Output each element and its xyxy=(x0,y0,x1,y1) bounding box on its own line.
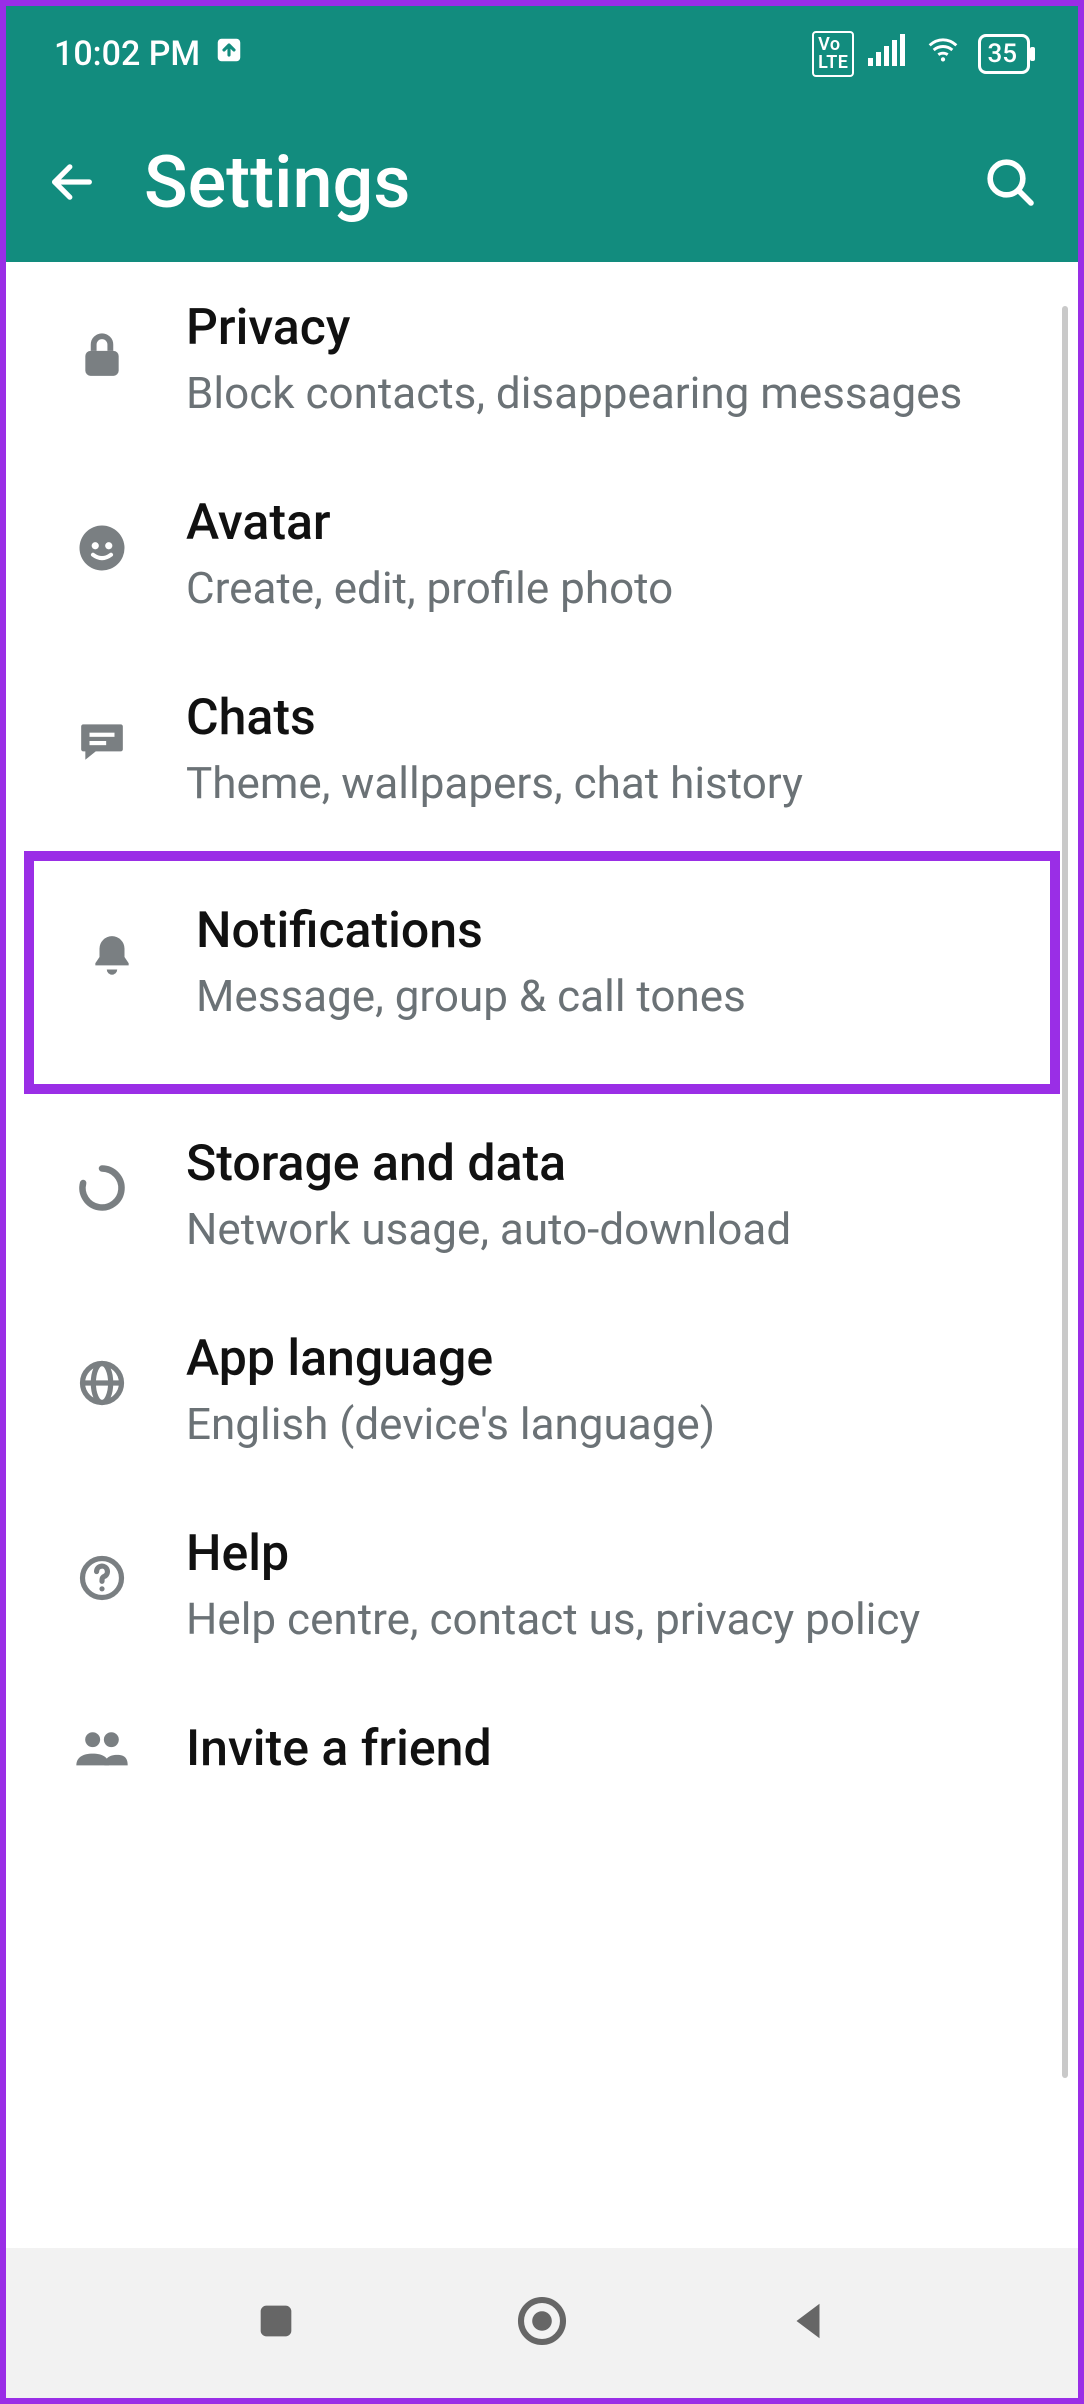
help-icon xyxy=(66,1552,138,1604)
settings-item-notifications[interactable]: Notifications Message, group & call tone… xyxy=(24,851,1060,1094)
globe-icon xyxy=(66,1357,138,1409)
settings-item-invite[interactable]: Invite a friend xyxy=(6,1683,1078,1791)
settings-item-chats[interactable]: Chats Theme, wallpapers, chat history xyxy=(6,652,1078,847)
settings-item-title: Invite a friend xyxy=(186,1719,1018,1779)
back-nav-button[interactable] xyxy=(785,2298,831,2348)
app-bar: Settings xyxy=(6,102,1078,262)
home-button[interactable] xyxy=(514,2293,570,2353)
back-button[interactable] xyxy=(46,156,98,208)
settings-item-privacy[interactable]: Privacy Block contacts, disappearing mes… xyxy=(6,262,1078,457)
battery-level: 35 xyxy=(987,39,1017,69)
settings-item-title: Storage and data xyxy=(186,1134,1018,1194)
settings-item-subtitle: Block contacts, disappearing messages xyxy=(186,366,1018,421)
settings-item-language[interactable]: App language English (device's language) xyxy=(6,1293,1078,1488)
wifi-icon xyxy=(922,34,964,75)
chat-icon xyxy=(66,716,138,766)
status-time: 10:02 PM xyxy=(54,34,200,74)
settings-item-subtitle: Create, edit, profile photo xyxy=(186,561,1018,616)
recents-button[interactable] xyxy=(253,2298,299,2348)
settings-item-title: Chats xyxy=(186,688,1018,748)
settings-item-subtitle: English (device's language) xyxy=(186,1397,1018,1452)
avatar-icon xyxy=(66,521,138,575)
bell-icon xyxy=(76,929,148,985)
settings-item-help[interactable]: Help Help centre, contact us, privacy po… xyxy=(6,1488,1078,1683)
settings-item-subtitle: Network usage, auto-download xyxy=(186,1202,1018,1257)
settings-item-title: Avatar xyxy=(186,493,1018,553)
settings-item-subtitle: Help centre, contact us, privacy policy xyxy=(186,1592,1018,1647)
settings-item-subtitle: Message, group & call tones xyxy=(196,969,1008,1024)
settings-item-title: App language xyxy=(186,1329,1018,1389)
settings-item-title: Privacy xyxy=(186,298,1018,358)
status-bar: 10:02 PM VoLTE xyxy=(6,6,1078,102)
settings-item-avatar[interactable]: Avatar Create, edit, profile photo xyxy=(6,457,1078,652)
battery-icon: 35 xyxy=(978,34,1030,74)
settings-item-subtitle: Theme, wallpapers, chat history xyxy=(186,756,1018,811)
lock-icon xyxy=(66,326,138,384)
scroll-indicator xyxy=(1062,306,1068,2078)
page-title: Settings xyxy=(144,140,936,225)
data-usage-icon xyxy=(66,1162,138,1214)
signal-icon xyxy=(868,34,908,75)
settings-item-storage[interactable]: Storage and data Network usage, auto-dow… xyxy=(6,1098,1078,1293)
people-icon xyxy=(66,1729,138,1769)
settings-item-title: Notifications xyxy=(196,901,1008,961)
upload-icon xyxy=(214,34,244,74)
volte-icon: VoLTE xyxy=(812,31,854,77)
search-button[interactable] xyxy=(982,154,1038,210)
android-nav-bar xyxy=(6,2248,1078,2398)
settings-item-title: Help xyxy=(186,1524,1018,1584)
settings-list: Privacy Block contacts, disappearing mes… xyxy=(6,262,1078,1791)
